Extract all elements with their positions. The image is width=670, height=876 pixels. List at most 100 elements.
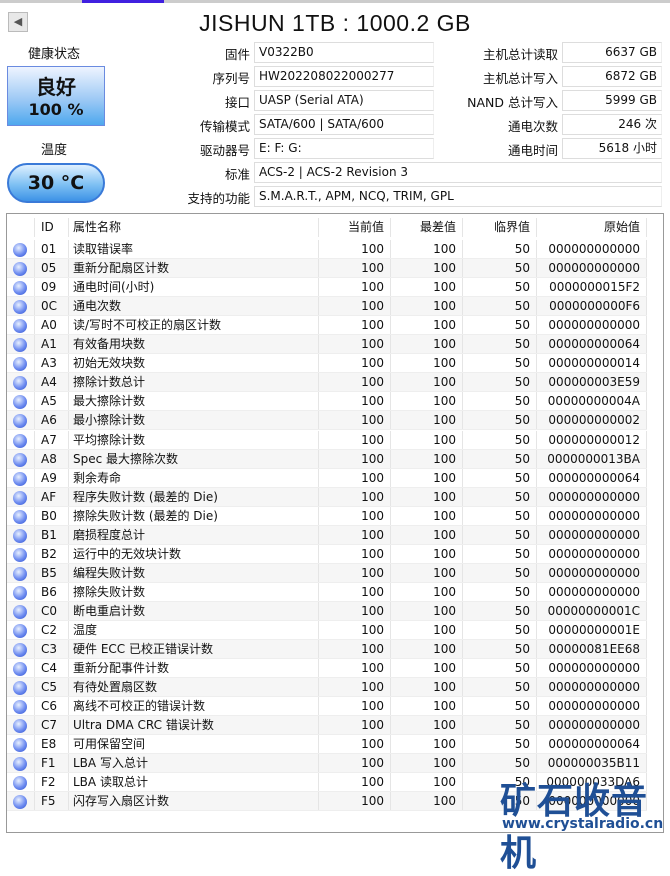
table-row[interactable]: B0 擦除失败计数 (最差的 Die) 100 100 50 000000000… xyxy=(7,506,647,526)
table-row[interactable]: A7 平均擦除计数 100 100 50 000000000012 xyxy=(7,430,647,450)
table-row[interactable]: A9 剩余寿命 100 100 50 000000000064 xyxy=(7,468,647,488)
status-good-icon xyxy=(13,395,27,410)
attr-worst: 100 xyxy=(391,392,463,411)
attr-current: 100 xyxy=(319,563,391,582)
status-good-icon xyxy=(13,490,27,505)
info-label: 驱动器号 xyxy=(199,143,250,158)
col-threshold[interactable]: 临界值 xyxy=(463,218,537,237)
watermark-url: www.crystalradio.cn xyxy=(502,816,664,832)
table-row[interactable]: 01 读取错误率 100 100 50 000000000000 xyxy=(7,240,647,259)
table-row[interactable]: C7 Ultra DMA CRC 错误计数 100 100 50 0000000… xyxy=(7,716,647,736)
table-row[interactable]: C0 断电重启计数 100 100 50 00000000001C xyxy=(7,601,647,621)
table-row[interactable]: E8 可用保留空间 100 100 50 000000000064 xyxy=(7,735,647,755)
table-row[interactable]: 05 重新分配扇区计数 100 100 50 000000000000 xyxy=(7,259,647,279)
attr-raw: 000000000000 xyxy=(537,716,647,735)
attr-raw: 0000000000F6 xyxy=(537,297,647,316)
attr-raw: 00000000001E xyxy=(537,621,647,639)
attr-id: A1 xyxy=(35,335,69,354)
table-row[interactable]: 09 通电时间(小时) 100 100 50 0000000015F2 xyxy=(7,278,647,298)
attr-name: Spec 最大擦除次数 xyxy=(69,449,319,468)
attr-worst: 100 xyxy=(391,735,463,754)
attr-worst: 100 xyxy=(391,773,463,792)
attr-name: 闪存写入扇区计数 xyxy=(69,792,319,811)
info-label: 序列号 xyxy=(212,71,250,86)
status-good-icon xyxy=(13,585,27,600)
attr-id: F5 xyxy=(35,792,69,811)
temperature-button[interactable]: 30 °C xyxy=(7,163,105,203)
table-row[interactable]: B1 磨损程度总计 100 100 50 000000000000 xyxy=(7,525,647,545)
attr-raw: 00000081EE68 xyxy=(537,640,647,659)
table-row[interactable]: AF 程序失败计数 (最差的 Die) 100 100 50 000000000… xyxy=(7,487,647,507)
attr-current: 100 xyxy=(319,621,391,639)
status-good-icon xyxy=(13,795,27,810)
attr-worst: 100 xyxy=(391,792,463,811)
table-row[interactable]: A1 有效备用块数 100 100 50 000000000064 xyxy=(7,335,647,355)
attr-threshold: 50 xyxy=(463,240,537,258)
attr-worst: 100 xyxy=(391,316,463,335)
attr-id: C5 xyxy=(35,678,69,697)
status-good-icon xyxy=(13,300,27,315)
health-status-button[interactable]: 良好 100 % xyxy=(7,66,105,126)
col-worst[interactable]: 最差值 xyxy=(391,218,463,237)
table-row[interactable]: A5 最大擦除计数 100 100 50 00000000004A xyxy=(7,392,647,412)
col-name[interactable]: 属性名称 xyxy=(69,218,319,237)
table-row[interactable]: C3 硬件 ECC 已校正错误计数 100 100 50 00000081EE6… xyxy=(7,640,647,660)
col-id[interactable]: ID xyxy=(35,218,69,237)
col-current[interactable]: 当前值 xyxy=(319,218,391,237)
attr-raw: 000000035B11 xyxy=(537,754,647,773)
table-row[interactable]: A0 读/写时不可校正的扇区计数 100 100 50 000000000000 xyxy=(7,316,647,336)
attr-worst: 100 xyxy=(391,335,463,354)
attr-threshold: 50 xyxy=(463,506,537,525)
attr-worst: 100 xyxy=(391,621,463,639)
table-row[interactable]: B6 擦除失败计数 100 100 50 000000000000 xyxy=(7,582,647,602)
attr-current: 100 xyxy=(319,278,391,297)
table-row[interactable]: C5 有待处置扇区数 100 100 50 000000000000 xyxy=(7,678,647,698)
table-row[interactable]: A8 Spec 最大擦除次数 100 100 50 0000000013BA xyxy=(7,449,647,469)
table-row[interactable]: A6 最小擦除计数 100 100 50 000000000002 xyxy=(7,411,647,431)
attr-current: 100 xyxy=(319,544,391,563)
attr-current: 100 xyxy=(319,487,391,506)
attr-name: 重新分配扇区计数 xyxy=(69,259,319,278)
attr-name: 平均擦除计数 xyxy=(69,430,319,449)
standard-label: 标准 xyxy=(224,167,250,182)
attr-id: C2 xyxy=(35,621,69,639)
attr-current: 100 xyxy=(319,792,391,811)
attr-name: 程序失败计数 (最差的 Die) xyxy=(69,487,319,506)
status-good-icon xyxy=(13,643,27,658)
table-row[interactable]: 0C 通电次数 100 100 50 0000000000F6 xyxy=(7,297,647,317)
health-status: 良好 xyxy=(36,75,76,99)
health-percent: 100 % xyxy=(28,100,84,119)
status-good-icon xyxy=(13,700,27,715)
attr-id: F2 xyxy=(35,773,69,792)
attr-threshold: 50 xyxy=(463,354,537,373)
col-raw[interactable]: 原始值 xyxy=(537,218,647,237)
attr-current: 100 xyxy=(319,259,391,278)
active-disk-tab[interactable] xyxy=(82,0,164,3)
attr-threshold: 50 xyxy=(463,487,537,506)
table-row[interactable]: C6 离线不可校正的错误计数 100 100 50 000000000000 xyxy=(7,697,647,717)
table-row[interactable]: B2 运行中的无效块计数 100 100 50 000000000000 xyxy=(7,544,647,564)
table-row[interactable]: A4 擦除计数总计 100 100 50 000000003E59 xyxy=(7,373,647,393)
status-good-icon xyxy=(13,319,27,334)
stat-value: 6637 GB xyxy=(562,42,662,63)
attr-id: 0C xyxy=(35,297,69,316)
status-good-icon xyxy=(13,624,27,638)
table-row[interactable]: C2 温度 100 100 50 00000000001E xyxy=(7,621,647,640)
table-row[interactable]: F1 LBA 写入总计 100 100 50 000000035B11 xyxy=(7,754,647,774)
attr-name: LBA 写入总计 xyxy=(69,754,319,773)
attr-worst: 100 xyxy=(391,716,463,735)
table-row[interactable]: B5 编程失败计数 100 100 50 000000000000 xyxy=(7,563,647,583)
attr-worst: 100 xyxy=(391,487,463,506)
attr-threshold: 50 xyxy=(463,735,537,754)
attr-name: 擦除计数总计 xyxy=(69,373,319,392)
info-label: 传输模式 xyxy=(199,119,250,134)
status-good-icon xyxy=(13,776,27,791)
attr-worst: 100 xyxy=(391,601,463,620)
attr-name: Ultra DMA CRC 错误计数 xyxy=(69,716,319,735)
attr-worst: 100 xyxy=(391,373,463,392)
status-good-icon xyxy=(13,357,27,372)
stat-label: 通电次数 xyxy=(507,119,558,134)
table-row[interactable]: C4 重新分配事件计数 100 100 50 000000000000 xyxy=(7,659,647,679)
table-row[interactable]: A3 初始无效块数 100 100 50 000000000014 xyxy=(7,354,647,374)
info-label: 接口 xyxy=(224,95,250,110)
